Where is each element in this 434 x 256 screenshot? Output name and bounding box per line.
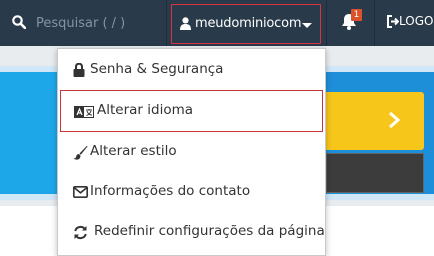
content-area-right [326, 206, 434, 256]
user-menu-button[interactable]: meudominiocom [171, 4, 321, 44]
username-label: meudominiocom [195, 16, 302, 31]
logout-icon [387, 15, 399, 28]
menu-item-label: Alterar idioma [97, 102, 194, 118]
search-icon [12, 15, 26, 29]
refresh-icon [74, 225, 87, 240]
banner-left [0, 66, 57, 200]
navbar-divider [374, 0, 375, 46]
menu-item-contact-info[interactable]: Informações do contato [60, 172, 323, 212]
content-area-left [0, 206, 57, 256]
lock-icon [73, 63, 85, 77]
chevron-right-icon [389, 112, 400, 128]
menu-item-change-language[interactable]: Alterar idioma [60, 90, 323, 132]
menu-item-change-style[interactable]: Alterar estilo [60, 132, 323, 172]
paintbrush-icon [73, 145, 88, 160]
caret-down-icon [302, 23, 312, 28]
search-box[interactable] [0, 0, 165, 46]
navbar-divider [326, 0, 327, 46]
logout-label: LOGO [399, 14, 434, 28]
menu-item-label: Senha & Segurança [90, 61, 224, 77]
menu-item-password-security[interactable]: Senha & Segurança [60, 50, 323, 90]
panel-bar [326, 153, 424, 193]
menu-item-reset-page-settings[interactable]: Redefinir configurações da página [60, 212, 325, 252]
language-icon [74, 106, 94, 118]
next-slide-button[interactable] [326, 92, 424, 150]
user-dropdown-menu: Senha & Segurança Alterar idioma Alterar… [57, 48, 326, 256]
menu-item-label: Alterar estilo [90, 143, 177, 159]
envelope-icon [73, 186, 88, 198]
search-input[interactable] [36, 13, 161, 33]
top-navbar: meudominiocom 1 LOGO [0, 0, 434, 46]
menu-item-label: Informações do contato [90, 183, 251, 199]
navbar-divider [166, 0, 167, 46]
notification-count-badge: 1 [351, 9, 362, 21]
user-icon [180, 17, 191, 30]
menu-item-label: Redefinir configurações da página [94, 223, 325, 239]
